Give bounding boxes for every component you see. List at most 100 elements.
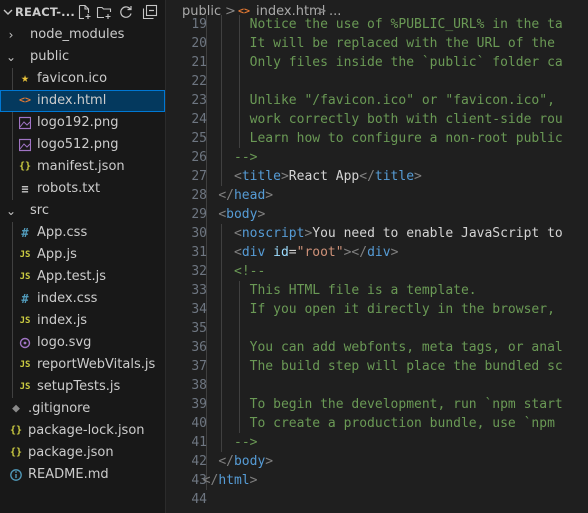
- line-code: -->: [234, 148, 257, 167]
- js-file-icon: JS: [19, 250, 31, 260]
- code-line[interactable]: 20 It will be replaced with the URL of th…: [166, 34, 588, 53]
- tree-file-app-css[interactable]: # App.css: [0, 222, 165, 244]
- code-line[interactable]: 37 The build step will place the bundled …: [166, 357, 588, 376]
- code-line[interactable]: 31 <div id="root"></div>: [166, 243, 588, 262]
- code-line[interactable]: 32 <!--: [166, 262, 588, 281]
- tree-folder-node-modules[interactable]: › node_modules: [0, 24, 165, 46]
- refresh-icon[interactable]: [118, 4, 134, 20]
- code-line[interactable]: 38: [166, 376, 588, 395]
- tree-file-app-js[interactable]: JS App.js: [0, 244, 165, 266]
- tree-item-label: package.json: [28, 445, 114, 460]
- code-line[interactable]: 23 Unlike "/favicon.ico" or "favicon.ico"…: [166, 91, 588, 110]
- line-number: 28: [191, 188, 207, 203]
- tree-file-robots-txt[interactable]: ≡ robots.txt: [0, 178, 165, 200]
- code-token: title: [241, 169, 281, 184]
- code-token: </: [202, 473, 219, 488]
- code-token: You need to enable JavaScript to: [312, 226, 563, 241]
- code-token: To begin the development, run `npm start: [249, 397, 563, 412]
- tree-file-logo512-png[interactable]: logo512.png: [0, 134, 165, 156]
- explorer-header: REACT-...: [0, 0, 165, 25]
- html-file-icon: <>: [18, 95, 32, 106]
- code-line[interactable]: 40 To create a production bundle, use `np…: [166, 414, 588, 433]
- code-token: </: [218, 188, 234, 203]
- code-line[interactable]: 24 work correctly both with client-side r…: [166, 110, 588, 129]
- code-token: >: [265, 188, 274, 203]
- code-token: This HTML file is a template.: [249, 283, 477, 298]
- code-line[interactable]: 30 <noscript>You need to enable JavaScrip…: [166, 224, 588, 243]
- tree-file-app-test-js[interactable]: JS App.test.js: [0, 266, 165, 288]
- tree-file-manifest-json[interactable]: {} manifest.json: [0, 156, 165, 178]
- code-line[interactable]: 36 You can add webfonts, meta tags, or an…: [166, 338, 588, 357]
- line-code: To begin the development, run `npm start: [250, 395, 563, 414]
- code-token: <: [234, 245, 242, 260]
- line-code: It will be replaced with the URL of the: [250, 34, 555, 53]
- chevron-down-icon[interactable]: [2, 5, 14, 19]
- tree-file-package-lock-json[interactable]: {} package-lock.json: [0, 420, 165, 442]
- line-code: If you open it directly in the browser,: [250, 300, 555, 319]
- line-number: 33: [191, 283, 207, 298]
- code-line[interactable]: 35: [166, 319, 588, 338]
- tree-item-label: index.js: [37, 313, 88, 328]
- code-editor[interactable]: public > <> index.html > ... 19 Notice th…: [166, 0, 588, 513]
- code-token: </: [218, 454, 234, 469]
- code-line[interactable]: 28 </head>: [166, 186, 588, 205]
- line-number: 41: [191, 435, 207, 450]
- line-code: <title>React App</title>: [234, 167, 422, 186]
- tree-file-index-css[interactable]: # index.css: [0, 288, 165, 310]
- tree-file-package-json[interactable]: {} package.json: [0, 442, 165, 464]
- code-line[interactable]: 33 This HTML file is a template.: [166, 281, 588, 300]
- tree-folder-src[interactable]: ⌄ src: [0, 200, 165, 222]
- line-number: 20: [191, 36, 207, 51]
- tree-file-gitignore[interactable]: ◆ .gitignore: [0, 398, 165, 420]
- chevron-down-icon: ⌄: [5, 50, 17, 64]
- code-line[interactable]: 39 To begin the development, run `npm sta…: [166, 395, 588, 414]
- css-file-icon: #: [21, 226, 29, 240]
- code-line[interactable]: 27 <title>React App</title>: [166, 167, 588, 186]
- tree-item-label: .gitignore: [28, 401, 91, 416]
- code-line[interactable]: 26 -->: [166, 148, 588, 167]
- tree-file-logo192-png[interactable]: logo192.png: [0, 112, 165, 134]
- json-file-icon: {}: [9, 447, 23, 458]
- tree-file-favicon-ico[interactable]: ★ favicon.ico: [0, 68, 165, 90]
- code-token: React App: [288, 169, 360, 184]
- line-number: 19: [191, 17, 207, 32]
- line-number: 40: [191, 416, 207, 431]
- tree-item-label: setupTests.js: [37, 379, 121, 394]
- code-line[interactable]: 43 </html>: [166, 471, 588, 490]
- tree-file-setup-tests-js[interactable]: JS setupTests.js: [0, 376, 165, 398]
- js-file-icon: JS: [19, 382, 31, 392]
- code-line[interactable]: 21 Only files inside the `public` folder …: [166, 53, 588, 72]
- line-code: Learn how to configure a non-root public: [250, 129, 563, 148]
- json-file-icon: {}: [18, 161, 32, 172]
- new-folder-icon[interactable]: [96, 4, 112, 20]
- line-number: 27: [191, 169, 207, 184]
- js-file-icon: JS: [19, 360, 31, 370]
- code-line[interactable]: 22: [166, 72, 588, 91]
- tree-file-report-web-vitals-js[interactable]: JS reportWebVitals.js: [0, 354, 165, 376]
- code-line[interactable]: 41 -->: [166, 433, 588, 452]
- tree-file-readme-md[interactable]: README.md: [0, 464, 165, 486]
- new-file-icon[interactable]: [76, 4, 92, 20]
- code-line[interactable]: 42 </body>: [166, 452, 588, 471]
- code-line[interactable]: 19 Notice the use of %PUBLIC_URL% in the …: [166, 15, 588, 34]
- tree-file-index-html[interactable]: <> index.html: [0, 90, 165, 112]
- tree-file-logo-svg[interactable]: logo.svg: [0, 332, 165, 354]
- explorer-title[interactable]: REACT-...: [15, 5, 75, 19]
- collapse-all-icon[interactable]: [142, 4, 158, 20]
- line-code: <body>: [218, 205, 265, 224]
- code-line[interactable]: 34 If you open it directly in the browser…: [166, 300, 588, 319]
- code-token: The build step will place the bundled sc: [249, 359, 563, 374]
- tree-folder-public[interactable]: ⌄ public: [0, 46, 165, 68]
- text-file-icon: ≡: [21, 182, 29, 196]
- code-token: title: [374, 169, 415, 184]
- code-token: -->: [234, 150, 258, 165]
- code-line[interactable]: 29 <body>: [166, 205, 588, 224]
- code-line[interactable]: 25 Learn how to configure a non-root publ…: [166, 129, 588, 148]
- code-line[interactable]: 44: [166, 490, 588, 509]
- line-code: work correctly both with client-side rou: [250, 110, 563, 129]
- code-token: <: [234, 169, 242, 184]
- code-token: >: [265, 454, 274, 469]
- explorer-sidebar: REACT-... › node_modules ⌄ public ★ favi…: [0, 0, 166, 513]
- tree-file-index-js[interactable]: JS index.js: [0, 310, 165, 332]
- line-number: 36: [191, 340, 207, 355]
